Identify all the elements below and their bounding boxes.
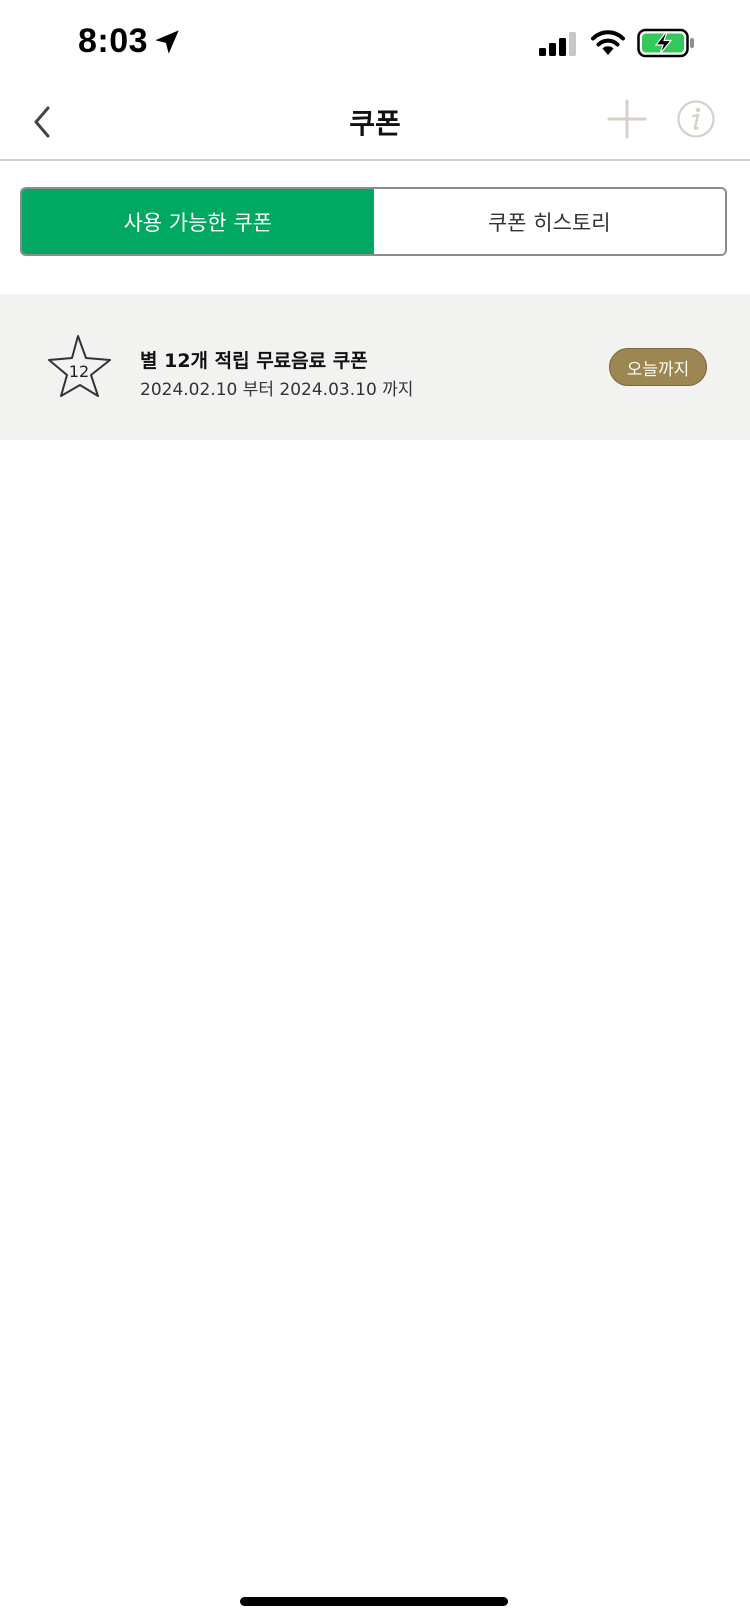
star-icon: 12 [48,335,111,397]
star-count-label: 12 [69,362,89,381]
location-arrow-icon [155,30,179,54]
coupon-tabs: 사용 가능한 쿠폰 쿠폰 히스토리 [20,187,727,256]
home-indicator[interactable] [240,1597,508,1606]
coupon-title: 별 12개 적립 무료음료 쿠폰 [140,350,368,372]
wifi-icon [591,30,625,55]
tab-available-coupons[interactable]: 사용 가능한 쿠폰 [22,189,374,254]
plus-icon[interactable] [606,98,648,140]
nav-bar: 쿠폰 [0,88,750,161]
coupon-list: 12 별 12개 적립 무료음료 쿠폰 2024.02.10 부터 2024.0… [0,294,750,440]
expiry-badge: 오늘까지 [609,348,707,386]
cellular-signal-icon [539,32,576,56]
info-icon[interactable] [676,99,716,139]
battery-charging-icon [637,28,694,58]
tab-coupon-history[interactable]: 쿠폰 히스토리 [373,189,725,254]
coupon-item[interactable]: 12 별 12개 적립 무료음료 쿠폰 2024.02.10 부터 2024.0… [0,294,750,440]
status-time: 8:03 [78,22,149,60]
status-bar: 8:03 [0,0,750,88]
coupon-period: 2024.02.10 부터 2024.03.10 까지 [140,380,414,400]
